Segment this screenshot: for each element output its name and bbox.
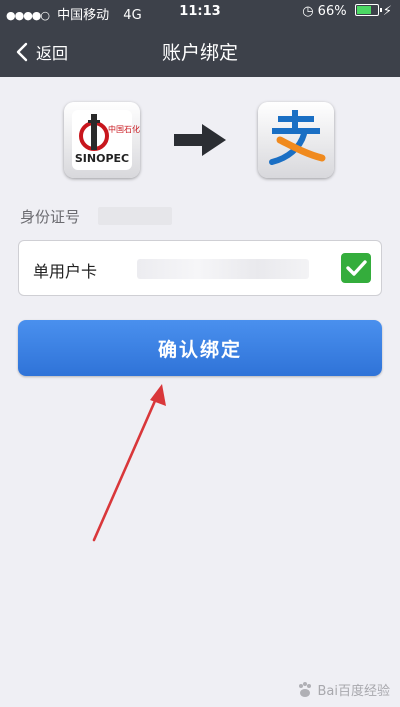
- card-option-row[interactable]: 单用户卡: [18, 240, 382, 296]
- id-number-row: 身份证号: [20, 204, 173, 228]
- status-bar: ●●●●○ 中国移动 4G 11:13 ◷ 66% ⚡: [0, 0, 400, 24]
- top-header: ●●●●○ 中国移动 4G 11:13 ◷ 66% ⚡ 返回 账户绑定: [0, 0, 400, 77]
- card-number-masked: [137, 259, 309, 279]
- alipay-logo: [258, 102, 334, 178]
- status-right: ◷ 66% ⚡: [302, 4, 392, 19]
- sinopec-logo: 中国石化 SINOPEC: [64, 102, 140, 178]
- arrow-right-icon: [174, 124, 226, 156]
- sinopec-logo-icon: 中国石化 SINOPEC: [72, 110, 140, 170]
- checkmark-icon: [346, 260, 367, 276]
- confirm-binding-button[interactable]: 确认绑定: [18, 320, 382, 376]
- battery-icon: [354, 4, 382, 16]
- watermark: Bai百度经验: [296, 680, 391, 699]
- battery-fill: [356, 6, 372, 14]
- alarm-icon: ◷: [302, 4, 314, 19]
- battery-percent: 66%: [317, 4, 347, 19]
- annotation-arrow-icon: [92, 384, 166, 542]
- watermark-text: Bai百度经验: [317, 684, 391, 699]
- id-number-label: 身份证号: [20, 207, 81, 226]
- sinopec-wordmark: SINOPEC: [75, 152, 129, 165]
- alipay-logo-icon: [269, 110, 326, 165]
- page-title: 账户绑定: [161, 42, 238, 64]
- card-option-label: 单用户卡: [33, 262, 98, 281]
- paw-icon: [298, 681, 311, 697]
- nav-bar: 返回 账户绑定: [0, 30, 400, 74]
- card-option-checkbox[interactable]: [341, 253, 371, 283]
- charging-icon: ⚡: [382, 4, 392, 19]
- sinopec-chinese-text: 中国石化: [108, 124, 140, 134]
- binding-logos: 中国石化 SINOPEC: [0, 100, 400, 180]
- id-number-value-masked: [98, 207, 173, 225]
